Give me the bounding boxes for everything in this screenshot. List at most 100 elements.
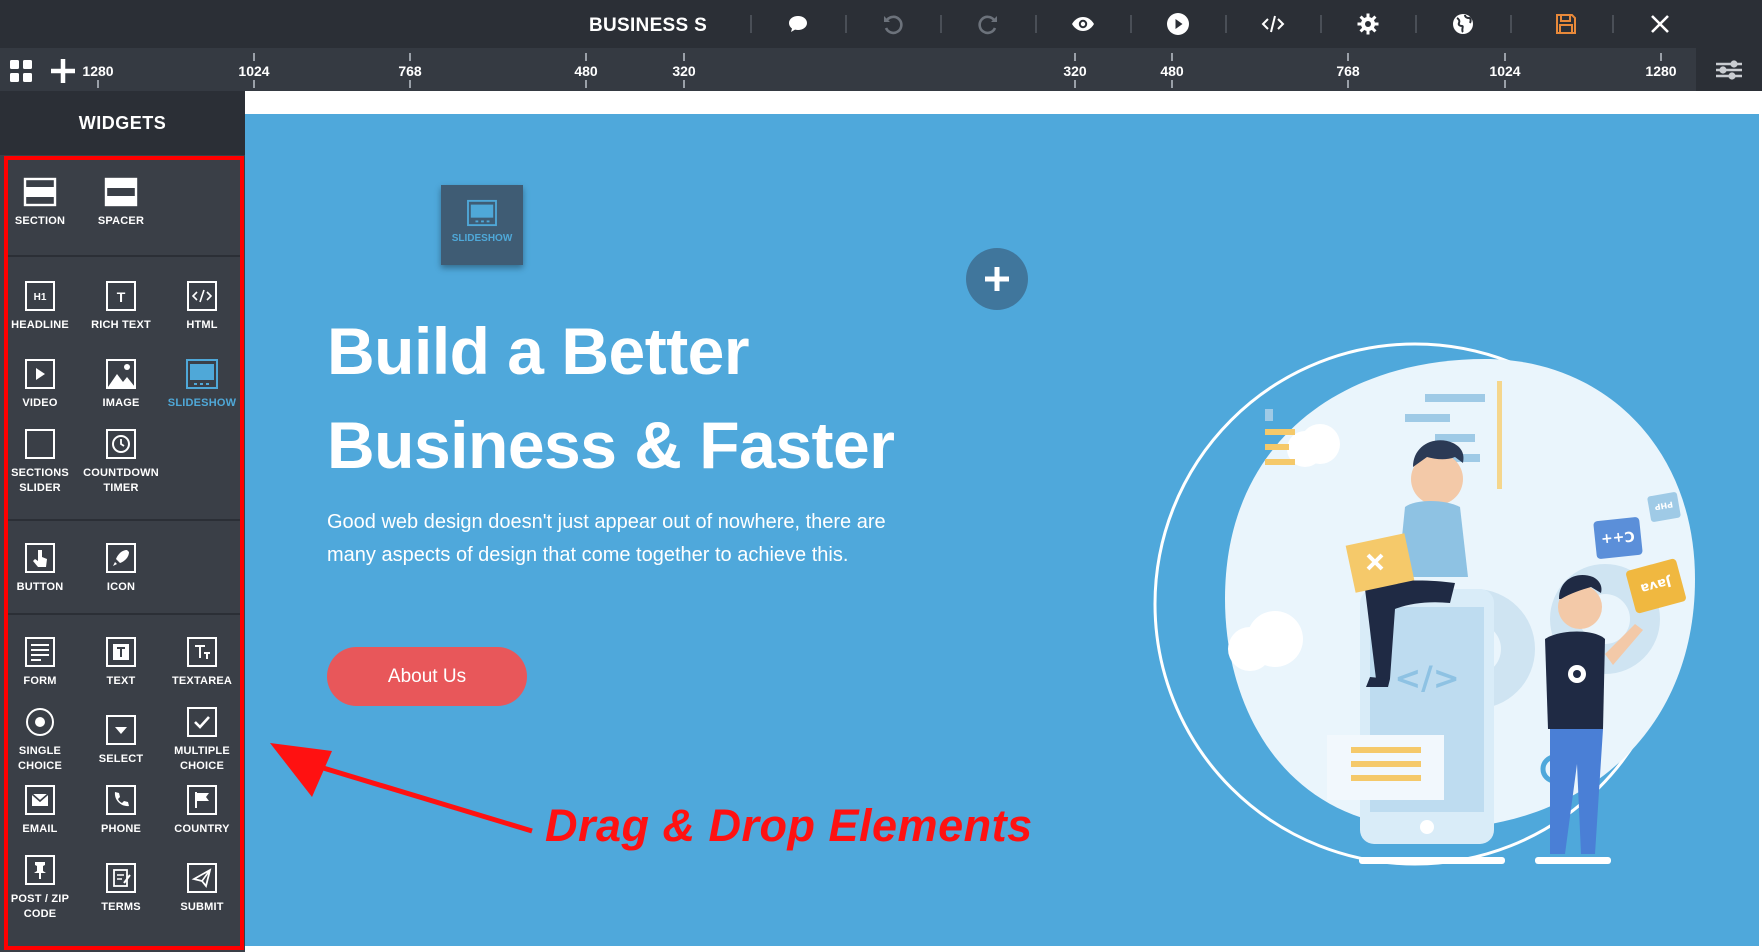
widget-section[interactable]: SECTION bbox=[0, 175, 80, 229]
breakpoint-tick[interactable]: 1024 bbox=[1475, 48, 1535, 88]
sections-slider-icon bbox=[25, 429, 55, 459]
sliders-settings-icon[interactable] bbox=[1696, 48, 1762, 91]
button-pointer-icon bbox=[25, 543, 55, 573]
widget-image[interactable]: IMAGE bbox=[81, 357, 161, 411]
breakpoint-tick[interactable]: 480 bbox=[1142, 48, 1202, 88]
svg-text:H1: H1 bbox=[34, 292, 47, 303]
toolbar-divider bbox=[1225, 15, 1227, 33]
gear-icon[interactable] bbox=[1354, 10, 1382, 38]
toolbar-divider bbox=[1415, 15, 1417, 33]
about-us-button[interactable]: About Us bbox=[327, 647, 527, 706]
widget-phone[interactable]: PHONE bbox=[81, 783, 161, 837]
toolbar-divider bbox=[1130, 15, 1132, 33]
top-toolbar: BUSINESS S bbox=[0, 0, 1762, 48]
canvas-top-strip bbox=[245, 91, 1762, 114]
breakpoint-tick[interactable]: 1280 bbox=[1631, 48, 1691, 79]
hero-subtext[interactable]: Good web design doesn't just appear out … bbox=[327, 506, 887, 572]
widgets-sidebar: WIDGETS SECTION SPACER H1 HEADLINE T RIC… bbox=[0, 91, 245, 952]
widget-sections-slider[interactable]: SECTIONS SLIDER bbox=[0, 427, 80, 496]
undo-icon[interactable] bbox=[879, 10, 907, 38]
save-icon[interactable] bbox=[1552, 10, 1580, 38]
widget-spacer[interactable]: SPACER bbox=[81, 175, 161, 229]
video-play-icon bbox=[25, 359, 55, 389]
phone-icon bbox=[106, 785, 136, 815]
widget-palette: SECTION SPACER H1 HEADLINE T RICH TEXT H… bbox=[0, 155, 245, 952]
headline-line-2: Business & Faster bbox=[327, 408, 895, 482]
section-icon bbox=[23, 177, 57, 207]
toolbar-divider bbox=[1320, 15, 1322, 33]
widget-text[interactable]: TEXT bbox=[81, 635, 161, 689]
canvas-bottom-strip bbox=[245, 946, 1762, 952]
widget-icon[interactable]: ICON bbox=[81, 541, 161, 595]
widget-slideshow[interactable]: SLIDESHOW bbox=[162, 357, 242, 411]
preview-eye-icon[interactable] bbox=[1069, 10, 1097, 38]
developers-illustration: </> C++ Java PHP bbox=[1153, 342, 1695, 866]
widget-terms[interactable]: TERMS bbox=[81, 861, 161, 915]
play-icon[interactable] bbox=[1164, 10, 1192, 38]
project-title: BUSINESS S bbox=[588, 15, 708, 36]
widget-post-zip[interactable]: POST / ZIP CODE bbox=[0, 853, 80, 922]
text-field-icon bbox=[106, 637, 136, 667]
spacer-icon bbox=[104, 177, 138, 207]
add-element-button[interactable] bbox=[966, 248, 1028, 310]
annotation-text: Drag & Drop Elements bbox=[545, 800, 1033, 851]
slideshow-icon bbox=[186, 359, 218, 389]
toolbar-divider bbox=[750, 15, 752, 33]
apps-grid-icon[interactable] bbox=[8, 58, 34, 84]
toolbar-divider bbox=[845, 15, 847, 33]
toolbar-divider bbox=[1510, 15, 1512, 33]
breakpoint-ruler[interactable]: 1280 1024 768 480 320 320 480 768 1024 1… bbox=[82, 48, 1696, 91]
pin-icon bbox=[25, 855, 55, 885]
widget-form[interactable]: FORM bbox=[0, 635, 80, 689]
breakpoint-tick[interactable]: 1024 bbox=[224, 48, 284, 88]
widget-headline[interactable]: H1 HEADLINE bbox=[0, 279, 80, 333]
widget-rich-text[interactable]: T RICH TEXT bbox=[81, 279, 161, 333]
breakpoint-tick[interactable]: 768 bbox=[380, 48, 440, 88]
widget-multiple-choice[interactable]: MULTIPLE CHOICE bbox=[162, 705, 242, 774]
widget-single-choice[interactable]: SINGLE CHOICE bbox=[0, 705, 80, 774]
widget-video[interactable]: VIDEO bbox=[0, 357, 80, 411]
globe-icon[interactable] bbox=[1449, 10, 1477, 38]
breakpoint-tick[interactable]: 320 bbox=[654, 48, 714, 88]
widget-button[interactable]: BUTTON bbox=[0, 541, 80, 595]
comment-icon[interactable] bbox=[784, 10, 812, 38]
breakpoint-tick[interactable]: 320 bbox=[1045, 48, 1105, 88]
widget-country[interactable]: COUNTRY bbox=[162, 783, 242, 837]
widget-countdown-timer[interactable]: COUNTDOWN TIMER bbox=[81, 427, 161, 496]
headline-line-1: Build a Better bbox=[327, 314, 750, 388]
toolbar-divider bbox=[1035, 15, 1037, 33]
form-icon bbox=[25, 637, 55, 667]
widget-submit[interactable]: SUBMIT bbox=[162, 861, 242, 915]
widget-email[interactable]: EMAIL bbox=[0, 783, 80, 837]
toolbar-divider bbox=[940, 15, 942, 33]
textarea-icon bbox=[187, 637, 217, 667]
widget-select[interactable]: SELECT bbox=[81, 713, 161, 767]
image-icon bbox=[106, 359, 136, 389]
slideshow-icon bbox=[467, 199, 497, 227]
email-envelope-icon bbox=[25, 785, 55, 815]
countdown-clock-icon bbox=[106, 429, 136, 459]
hero-headline[interactable]: Build a Better Business & Faster bbox=[327, 304, 947, 492]
select-dropdown-icon bbox=[106, 715, 136, 745]
close-icon[interactable] bbox=[1646, 10, 1674, 38]
rocket-icon bbox=[106, 543, 136, 573]
dragging-widget-ghost[interactable]: SLIDESHOW bbox=[441, 185, 523, 265]
sidebar-title: WIDGETS bbox=[0, 91, 245, 155]
redo-icon[interactable] bbox=[974, 10, 1002, 38]
headline-icon: H1 bbox=[25, 281, 55, 311]
terms-document-icon bbox=[106, 863, 136, 893]
breakpoint-tick[interactable]: 1280 bbox=[68, 48, 128, 88]
responsive-ruler-bar: 1280 1024 768 480 320 320 480 768 1024 1… bbox=[0, 48, 1762, 91]
widget-html[interactable]: HTML bbox=[162, 279, 242, 333]
code-icon[interactable] bbox=[1259, 10, 1287, 38]
toolbar-divider bbox=[1612, 15, 1614, 33]
flag-icon bbox=[187, 785, 217, 815]
breakpoint-tick[interactable]: 768 bbox=[1318, 48, 1378, 88]
svg-text:</>: </> bbox=[1394, 659, 1459, 697]
send-paper-plane-icon bbox=[187, 863, 217, 893]
breakpoint-tick[interactable]: 480 bbox=[556, 48, 616, 88]
checkbox-icon bbox=[187, 707, 217, 737]
widget-textarea[interactable]: TEXTAREA bbox=[162, 635, 242, 689]
html-code-icon bbox=[187, 281, 217, 311]
radio-button-icon bbox=[26, 708, 54, 736]
